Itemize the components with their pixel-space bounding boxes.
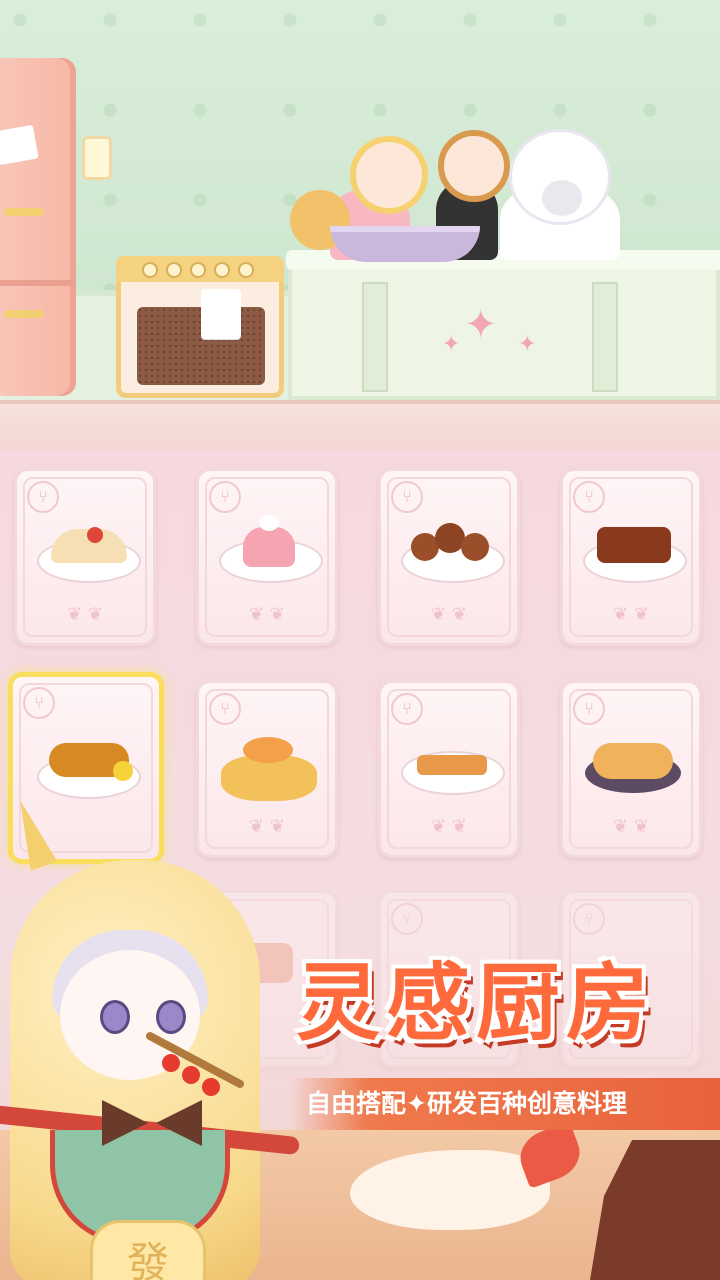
mascot-character: 發 xyxy=(0,795,301,1280)
fridge xyxy=(0,58,76,396)
oven-knob xyxy=(142,262,158,278)
mascot-eye xyxy=(100,1000,130,1034)
game-screen: ✦ ✦ ✦ ⑂ ❦ ❦ ⑂ ❦ ❦ ⑂ ❦ ❦ ⑂ ❦ ❦ ⑂ ⑂ ❦ ❦ ⑂ … xyxy=(0,0,720,1280)
oven xyxy=(116,256,284,398)
fridge-note xyxy=(0,124,39,166)
fridge-handle xyxy=(4,208,44,216)
toast-icon xyxy=(417,755,487,775)
meatball-icon xyxy=(461,533,489,561)
recipe-card-taco[interactable]: ⑂ ❦ ❦ xyxy=(14,468,156,646)
utensils-icon: ⑂ xyxy=(27,481,59,513)
utensils-icon: ⑂ xyxy=(391,903,423,935)
laurel-icon: ❦ ❦ xyxy=(613,816,649,837)
mascot-bag: 發 xyxy=(90,1220,206,1280)
laurel-icon: ❦ ❦ xyxy=(67,604,103,625)
laurel-icon: ❦ ❦ xyxy=(249,604,285,625)
haw-berry-icon xyxy=(162,1054,180,1072)
game-subtitle: 自由搭配✦研发百种创意料理 xyxy=(306,1089,627,1118)
recipe-card-egg-toast[interactable]: ⑂ ❦ ❦ xyxy=(378,680,520,858)
mascot-eye xyxy=(156,1000,186,1034)
oven-knob xyxy=(190,262,206,278)
pork-icon xyxy=(597,527,671,563)
haw-berry-icon xyxy=(202,1078,220,1096)
recipe-card-braised-pork[interactable]: ⑂ ❦ ❦ xyxy=(560,468,702,646)
utensils-icon: ⑂ xyxy=(573,481,605,513)
laurel-icon: ❦ ❦ xyxy=(431,816,467,837)
laurel-icon: ❦ ❦ xyxy=(431,604,467,625)
laurel-icon: ❦ ❦ xyxy=(613,604,649,625)
recipe-card-meatballs[interactable]: ⑂ ❦ ❦ xyxy=(378,468,520,646)
oven-knob xyxy=(214,262,230,278)
counter-pillar xyxy=(592,282,618,392)
utensils-icon: ⑂ xyxy=(209,693,241,725)
fridge-handle xyxy=(4,310,44,318)
utensils-icon: ⑂ xyxy=(209,481,241,513)
sparkle-icon: ✦ xyxy=(464,302,498,348)
game-title: 灵感厨房 xyxy=(296,954,657,1052)
utensils-icon: ⑂ xyxy=(573,903,605,935)
sparkle-icon: ✦ xyxy=(442,332,461,357)
recipe-card-strawberry-jelly[interactable]: ⑂ ❦ ❦ xyxy=(196,468,338,646)
oven-towel xyxy=(201,289,241,339)
unicorn-horn-icon xyxy=(6,795,58,871)
roll-icon xyxy=(593,743,673,779)
oven-knob xyxy=(238,262,254,278)
sparkle-icon: ✦ xyxy=(518,332,537,357)
kitchen-counter: ✦ ✦ ✦ xyxy=(286,250,720,400)
counter-pillar xyxy=(362,282,388,392)
wall-lamp xyxy=(82,136,112,226)
utensils-icon: ⑂ xyxy=(573,693,605,725)
utensils-icon: ⑂ xyxy=(391,693,423,725)
cream-icon xyxy=(259,515,279,531)
jelly-icon xyxy=(243,527,295,567)
mixing-bowl xyxy=(330,226,480,262)
kitchen-floor xyxy=(0,400,720,454)
fridge-split xyxy=(0,280,76,286)
fish-icon xyxy=(243,737,293,763)
utensils-icon: ⑂ xyxy=(23,687,55,719)
haw-berry-icon xyxy=(182,1066,200,1084)
oven-top xyxy=(116,256,284,282)
lemon-icon xyxy=(113,761,133,781)
bow-icon xyxy=(102,1100,202,1146)
recipe-card-egg-rolls[interactable]: ⑂ ❦ ❦ xyxy=(560,680,702,858)
strawberry-icon xyxy=(87,527,103,543)
utensils-icon: ⑂ xyxy=(391,481,423,513)
oven-knob xyxy=(166,262,182,278)
